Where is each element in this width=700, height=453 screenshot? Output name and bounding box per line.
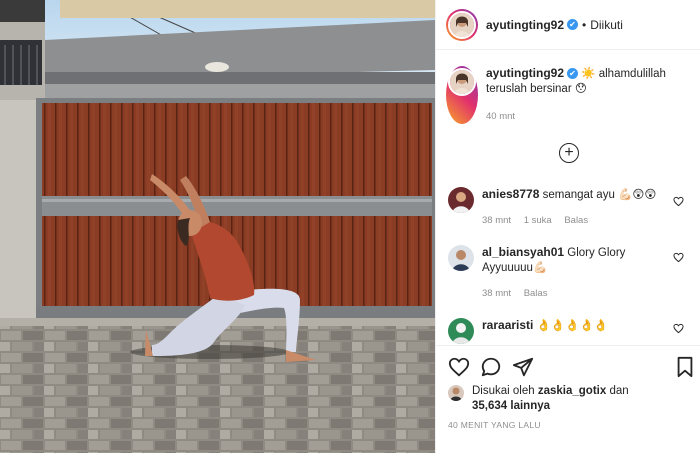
author-username-link[interactable]: ayutingting92 (486, 18, 564, 32)
commenter-avatar[interactable] (448, 245, 474, 271)
comment-text: semangat ayu 💪🏻😲😲 (542, 189, 657, 201)
post-timestamp[interactable]: 40 MENIT YANG LALU (448, 420, 541, 430)
caption-avatar-ring[interactable] (446, 66, 478, 124)
post-header: ayutingting92 ✔ • Diikuti (436, 0, 700, 50)
caption-username-link[interactable]: ayutingting92 (486, 66, 564, 80)
post-photo (0, 0, 435, 453)
yoga-photo-illustration (0, 0, 435, 453)
verified-badge-icon: ✔ (567, 19, 579, 30)
follow-status-button[interactable]: Diikuti (590, 18, 623, 32)
commenter-avatar[interactable] (448, 187, 474, 213)
comment-reply-button[interactable]: Balas (564, 215, 588, 226)
post-actions-section: Disukai oleh zaskia_gotix dan 35,634 lai… (436, 345, 700, 453)
likes-suffix-link[interactable]: lainnya (510, 400, 550, 412)
comment-time: 38 mnt (482, 288, 512, 299)
bookmark-icon[interactable] (674, 356, 696, 378)
comment-username-link[interactable]: al_biansyah01 (482, 245, 564, 259)
author-avatar-ring[interactable] (446, 8, 478, 41)
likes-count-link[interactable]: 35,634 (472, 400, 507, 412)
avatar (450, 70, 474, 94)
comment-username-link[interactable]: anies8778 (482, 187, 539, 201)
avatar (450, 12, 474, 37)
liker-avatar[interactable] (448, 385, 464, 401)
likes-prefix: Disukai oleh (472, 385, 535, 397)
paper-plane-icon[interactable] (512, 356, 534, 378)
comment-text: 👌👌👌👌👌 (536, 320, 609, 332)
liker-username-link[interactable]: zaskia_gotix (538, 385, 606, 397)
separator-dot: • (582, 17, 587, 32)
post-side-panel: ayutingting92 ✔ • Diikuti ayutingting92 ✔… (435, 0, 700, 453)
likes-summary: Disukai oleh zaskia_gotix dan 35,634 lai… (448, 384, 629, 414)
comment-likes-link[interactable]: 1 suka (524, 215, 552, 226)
load-more-comments-button[interactable]: + (559, 143, 579, 163)
comment-like-heart-icon[interactable] (673, 252, 684, 263)
comment-item: raraaristi 👌👌👌👌👌 (448, 318, 693, 344)
comment-time: 38 mnt (482, 215, 512, 226)
comment-username-link[interactable]: raraaristi (482, 318, 533, 332)
comment-icon[interactable] (480, 356, 502, 378)
like-heart-icon[interactable] (448, 356, 470, 378)
post-caption: ayutingting92 ✔ ☀️ alhamdulillah teruslah… (446, 66, 696, 124)
comment-like-heart-icon[interactable] (673, 196, 684, 207)
comment-reply-button[interactable]: Balas (524, 288, 548, 299)
verified-badge-icon: ✔ (567, 68, 579, 80)
comment-item: al_biansyah01 Glory Glory Ayyuuuuu💪🏻 38 … (448, 245, 693, 301)
comment-like-heart-icon[interactable] (673, 323, 684, 334)
likes-joiner: dan (609, 385, 629, 397)
commenter-avatar[interactable] (448, 318, 474, 344)
caption-time: 40 mnt (486, 111, 516, 122)
comment-item: anies8778 semangat ayu 💪🏻😲😲 38 mnt 1 suk… (448, 187, 693, 228)
